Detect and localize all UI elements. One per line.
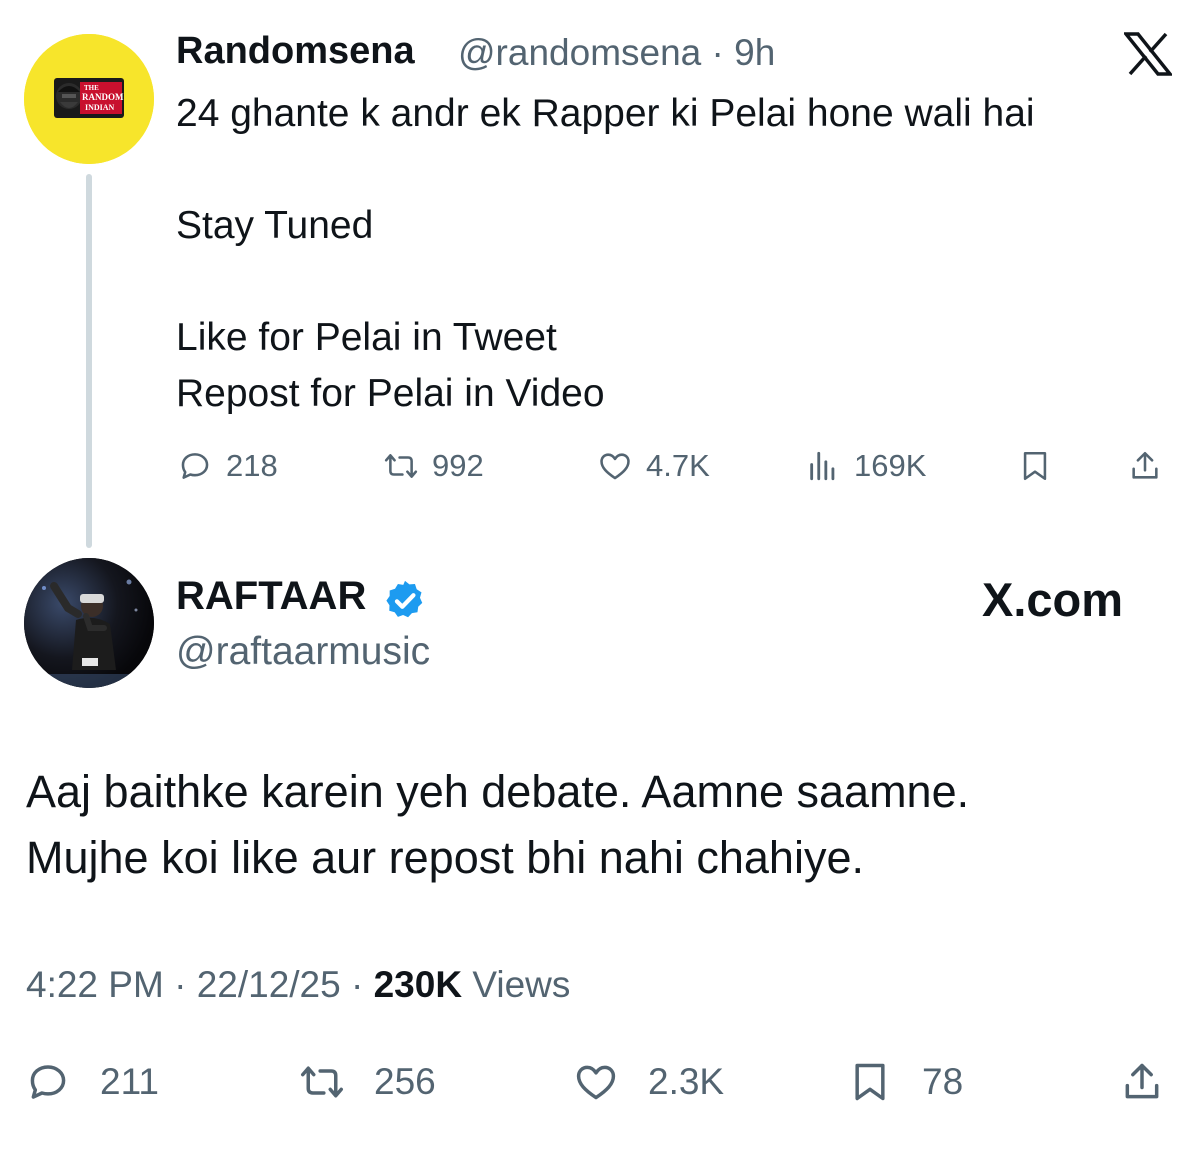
parent-like-count: 4.7K — [646, 448, 710, 483]
raftaar-avatar[interactable] — [24, 558, 154, 688]
svg-text:INDIAN: INDIAN — [85, 103, 115, 112]
parent-views-button[interactable]: 169K — [806, 444, 926, 488]
x-logo-icon — [1122, 32, 1174, 76]
main-tweet-line-1: Aaj baithke karein yeh debate. Aamne saa… — [26, 766, 970, 817]
main-share-button[interactable] — [1120, 1056, 1194, 1108]
views-label: Views — [472, 964, 571, 1005]
main-author-name[interactable]: RAFTAAR — [176, 574, 366, 619]
reply-icon — [30, 1065, 66, 1099]
parent-bookmark-button[interactable] — [1018, 444, 1066, 488]
tweet-date[interactable]: 22/12/25 — [197, 964, 341, 1005]
bookmark-icon — [855, 1063, 885, 1101]
main-bookmark-count: 78 — [922, 1061, 964, 1102]
parent-share-button[interactable] — [1128, 444, 1176, 488]
x-com-watermark: X.com — [982, 573, 1124, 626]
performer-photo — [24, 558, 154, 688]
share-icon — [1125, 1063, 1159, 1099]
parent-author-name[interactable]: Randomsena — [176, 30, 415, 73]
repost-icon — [384, 454, 418, 478]
main-repost-button[interactable]: 256 — [300, 1056, 436, 1108]
main-tweet-line-2: Mujhe koi like aur repost bhi nahi chahi… — [26, 832, 864, 883]
share-icon — [1132, 451, 1158, 479]
main-handle[interactable]: @raftaarmusic — [176, 630, 430, 674]
main-reply-count: 211 — [100, 1061, 159, 1102]
parent-reply-count: 218 — [226, 448, 278, 483]
main-repost-count: 256 — [374, 1061, 436, 1102]
parent-reply-button[interactable]: 218 — [178, 444, 278, 488]
parent-repost-button[interactable]: 992 — [384, 444, 484, 488]
analytics-icon — [810, 451, 835, 481]
main-like-count: 2.3K — [648, 1061, 725, 1102]
bookmark-icon — [1023, 451, 1047, 481]
heart-icon — [600, 453, 630, 480]
reply-icon — [181, 453, 209, 479]
parent-tweet-line-1: 24 ghante k andr ek Rapper ki Pelai hone… — [176, 92, 1035, 135]
main-like-button[interactable]: 2.3K — [574, 1056, 724, 1108]
parent-tweet-line-2: Stay Tuned — [176, 204, 374, 247]
tweet-time[interactable]: 4:22 PM — [26, 964, 164, 1005]
parent-handle-time[interactable]: @randomsena · 9h — [458, 32, 775, 74]
svg-text:THE: THE — [84, 84, 99, 92]
meta-separator: · — [174, 964, 197, 1005]
thread-connector-line — [86, 174, 92, 548]
parent-repost-count: 992 — [432, 448, 484, 483]
repost-icon — [301, 1066, 343, 1098]
svg-text:RANDOM: RANDOM — [82, 92, 124, 102]
parent-views-count: 169K — [854, 448, 927, 483]
parent-like-button[interactable]: 4.7K — [598, 444, 710, 488]
main-bookmark-button[interactable]: 78 — [848, 1056, 963, 1108]
main-reply-button[interactable]: 211 — [26, 1056, 159, 1108]
randomsena-avatar[interactable]: THE RANDOM INDIAN — [24, 34, 154, 164]
verified-badge-icon — [382, 578, 428, 624]
random-indian-logo: THE RANDOM INDIAN — [24, 34, 154, 164]
parent-tweet-line-4: Repost for Pelai in Video — [176, 372, 605, 415]
tweet-meta: 4:22 PM · 22/12/25 · 230K Views — [26, 964, 570, 1006]
parent-tweet-line-3: Like for Pelai in Tweet — [176, 316, 557, 359]
views-count[interactable]: 230K — [374, 964, 462, 1005]
heart-icon — [576, 1065, 616, 1100]
meta-separator: · — [351, 964, 374, 1005]
